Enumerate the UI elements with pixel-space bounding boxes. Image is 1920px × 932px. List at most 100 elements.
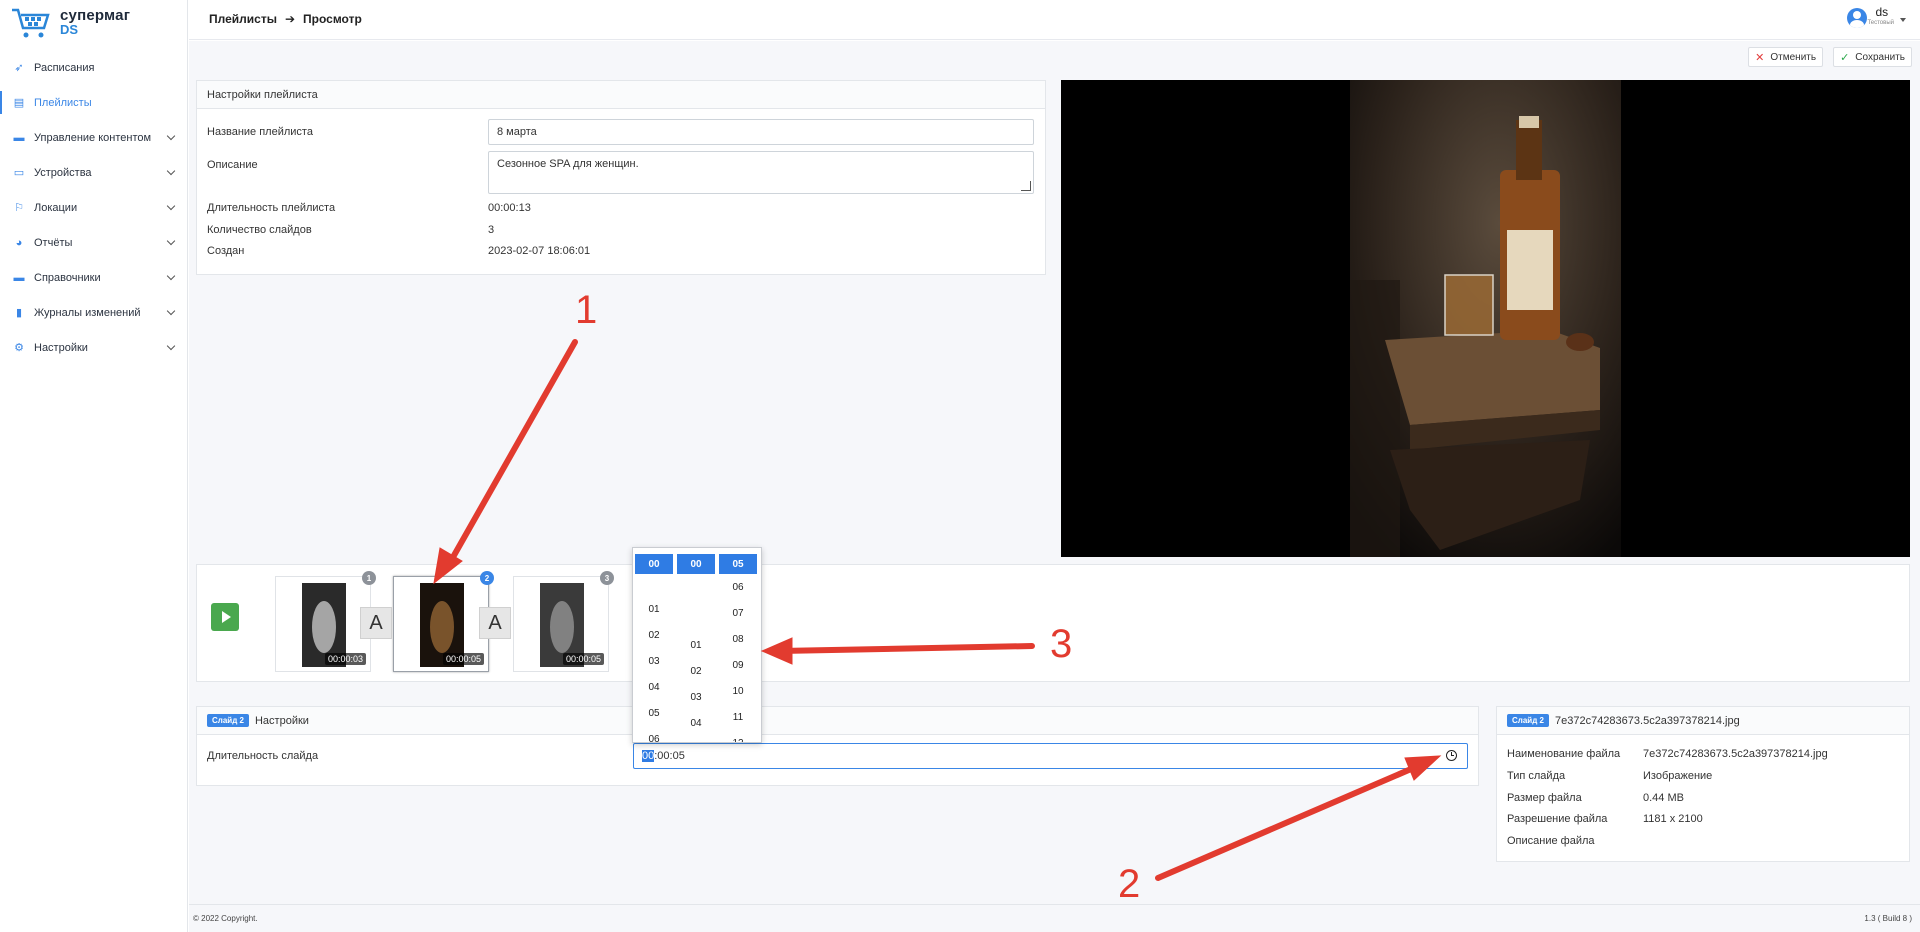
resize-handle-icon[interactable] xyxy=(1021,181,1031,191)
check-icon: ✓ xyxy=(1840,51,1850,64)
sidebar-item-label: Настройки xyxy=(34,341,88,354)
picker-option[interactable]: 03 xyxy=(635,656,673,667)
sidebar-item-label: Отчёты xyxy=(34,236,73,249)
clock-icon[interactable] xyxy=(1446,750,1457,761)
slide-duration-badge: 00:00:05 xyxy=(442,653,484,665)
avatar-icon xyxy=(1847,8,1868,28)
sidebar-item-3[interactable]: ▭ Устройства xyxy=(0,155,188,190)
duration-value: 00:00:13 xyxy=(488,202,531,214)
slide-thumbnail[interactable]: 00:00:03 1 xyxy=(275,571,376,672)
sidebar-item-8[interactable]: ⚙ Настройки xyxy=(0,330,188,365)
callout-1: 1 xyxy=(575,288,598,332)
sidebar-nav: ➶ Расписания ▤ Плейлисты ▬ Управление контент… xyxy=(0,50,188,365)
slide-badge: Слайд 2 xyxy=(207,714,249,727)
file-size-label: Размер файла xyxy=(1507,792,1582,804)
footer-copyright: © 2022 Copyright. xyxy=(193,914,258,923)
playlist-name-input[interactable]: 8 марта xyxy=(488,119,1034,145)
save-button[interactable]: ✓ Сохранить xyxy=(1833,47,1912,67)
map-icon: ⚐ xyxy=(14,202,24,214)
picker-option[interactable]: 06 xyxy=(719,582,757,593)
caret-down-icon xyxy=(1900,18,1906,22)
picker-selected-value[interactable]: 00 xyxy=(677,554,715,574)
picker-option[interactable]: 03 xyxy=(677,692,715,703)
top-header: Плейлисты ➔ Просмотр ds Тестовый xyxy=(189,0,1920,40)
created-label: Создан xyxy=(207,245,245,257)
monitor-icon: ▭ xyxy=(13,167,25,179)
logo-subtitle: DS xyxy=(60,22,79,37)
folder-icon: ▬ xyxy=(13,131,25,144)
picker-selected-value[interactable]: 00 xyxy=(635,554,673,574)
picker-option[interactable]: 02 xyxy=(635,630,673,641)
sidebar-item-5[interactable]: ◕ Отчёты xyxy=(0,225,188,260)
transition-button[interactable]: A xyxy=(479,607,511,639)
slide-duration-input[interactable]: 00:00:05 xyxy=(633,743,1468,769)
description-textarea[interactable]: Сезонное SPA для женщин. xyxy=(488,151,1034,194)
panel-title: Настройки плейлиста xyxy=(197,81,1045,109)
picker-option[interactable]: 05 xyxy=(635,708,673,719)
gear-icon: ⚙ xyxy=(14,342,24,354)
breadcrumb-parent[interactable]: Плейлисты xyxy=(209,12,277,26)
footer-divider xyxy=(189,904,1920,905)
file-res-label: Разрешение файла xyxy=(1507,813,1608,825)
picker-option[interactable]: 08 xyxy=(719,634,757,645)
user-menu[interactable]: ds Тестовый xyxy=(1847,6,1906,28)
name-label: Название плейлиста xyxy=(207,126,313,138)
time-picker-dropdown[interactable]: 0000050102030405060102030406070809101112 xyxy=(632,547,762,743)
file-res-value: 1181 x 2100 xyxy=(1643,813,1703,825)
sidebar-item-6[interactable]: ▬ Справочники xyxy=(0,260,188,295)
picker-option[interactable]: 02 xyxy=(677,666,715,677)
sidebar-item-1[interactable]: ▤ Плейлисты xyxy=(0,85,188,120)
picker-option[interactable]: 12 xyxy=(719,738,757,742)
slide-thumbnail[interactable]: 00:00:05 3 xyxy=(513,571,614,672)
picker-option[interactable]: 01 xyxy=(677,640,715,651)
picker-option[interactable]: 01 xyxy=(635,604,673,615)
sidebar-item-2[interactable]: ▬ Управление контентом xyxy=(0,120,188,155)
picker-option[interactable]: 10 xyxy=(719,686,757,697)
transition-button[interactable]: A xyxy=(360,607,392,639)
rocket-icon: ➶ xyxy=(14,62,24,74)
sidebar-item-4[interactable]: ⚐ Локации xyxy=(0,190,188,225)
chevron-down-icon xyxy=(166,341,176,351)
sidebar-item-label: Локации xyxy=(34,201,78,214)
duration-rest: :00:05 xyxy=(654,750,685,762)
picker-option[interactable]: 04 xyxy=(635,682,673,693)
playlist-icon: ▤ xyxy=(13,97,25,109)
chevron-down-icon xyxy=(166,131,176,141)
sidebar-item-7[interactable]: ▮ Журналы изменений xyxy=(0,295,188,330)
slide-settings-panel: Слайд 2 Настройки Длительность слайда 00… xyxy=(196,706,1479,786)
footer-build: 1.3 ( Build 8 ) xyxy=(1864,914,1912,923)
picker-option[interactable]: 07 xyxy=(719,608,757,619)
app-root: супермаг DS ➶ Расписания ▤ Плейлисты ▬ Управл… xyxy=(0,0,1920,932)
duration-hours-selected: 00 xyxy=(642,750,655,762)
picker-selected-value[interactable]: 05 xyxy=(719,554,757,574)
logo[interactable]: супермаг DS xyxy=(10,4,130,42)
cancel-button[interactable]: ✕ Отменить xyxy=(1748,47,1824,67)
picker-option[interactable]: 04 xyxy=(677,718,715,729)
breadcrumb: Плейлисты ➔ Просмотр xyxy=(209,12,362,26)
description-text: Сезонное SPA для женщин. xyxy=(497,158,639,170)
file-title: 7e372c74283673.5c2a397378214.jpg xyxy=(1554,714,1740,727)
sidebar: супермаг DS ➶ Расписания ▤ Плейлисты ▬ Управл… xyxy=(0,0,188,932)
playlist-settings-panel: Настройки плейлиста Название плейлиста 8… xyxy=(196,80,1046,275)
book-icon: ▮ xyxy=(15,307,23,319)
close-icon: ✕ xyxy=(1755,51,1765,64)
chevron-down-icon xyxy=(166,236,176,246)
file-slide-badge: Слайд 2 xyxy=(1507,714,1549,727)
file-name-label: Наименование файла xyxy=(1507,748,1621,760)
slide-number-badge: 2 xyxy=(480,571,494,585)
play-button[interactable] xyxy=(211,603,239,631)
user-role: Тестовый xyxy=(1867,20,1894,26)
chevron-down-icon xyxy=(166,166,176,176)
cancel-label: Отменить xyxy=(1770,51,1817,63)
preview-image xyxy=(1350,80,1621,557)
slide-settings-title: Настройки xyxy=(254,714,309,727)
arrow-right-icon: ➔ xyxy=(284,12,296,26)
picker-option[interactable]: 09 xyxy=(719,660,757,671)
slide-thumbnail[interactable]: 00:00:05 2 xyxy=(393,571,494,672)
picker-option[interactable]: 06 xyxy=(635,734,673,742)
user-name: ds xyxy=(1875,5,1889,19)
sidebar-item-0[interactable]: ➶ Расписания xyxy=(0,50,188,85)
picker-option[interactable]: 11 xyxy=(719,712,757,723)
file-name-value: 7e372c74283673.5c2a397378214.jpg xyxy=(1643,748,1828,760)
count-value: 3 xyxy=(488,224,495,236)
